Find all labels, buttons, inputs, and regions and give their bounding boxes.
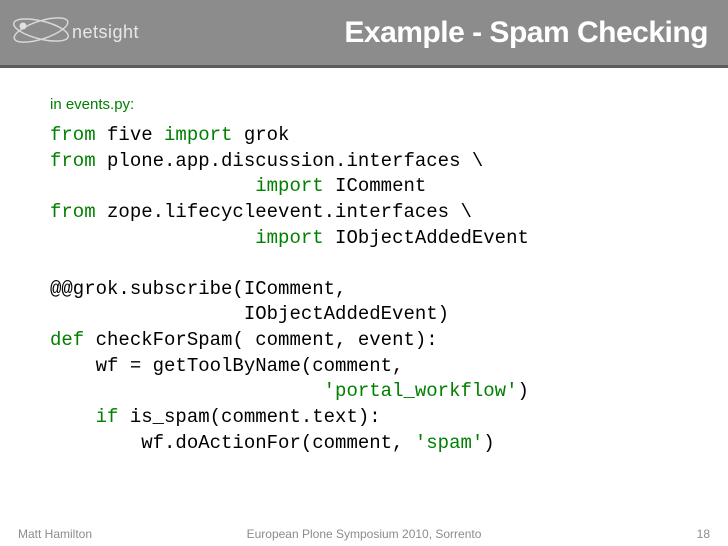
code-text: ) (483, 432, 494, 454)
code-text: checkForSpam( comment, event): (84, 329, 437, 351)
code-text: five (96, 124, 164, 146)
slide-footer: Matt Hamilton European Plone Symposium 2… (0, 522, 728, 546)
keyword-import: import (255, 227, 323, 249)
footer-page-number: 18 (697, 527, 710, 541)
keyword-from: from (50, 124, 96, 146)
code-indent (50, 175, 255, 197)
code-text: IObjectAddedEvent (324, 227, 529, 249)
keyword-import: import (255, 175, 323, 197)
keyword-import: import (164, 124, 232, 146)
code-text: IComment (324, 175, 427, 197)
code-text: plone.app.discussion.interfaces \ (96, 150, 484, 172)
code-text: IObjectAddedEvent) (50, 303, 449, 325)
keyword-from: from (50, 150, 96, 172)
code-indent (50, 380, 324, 402)
logo-text: netsight (72, 22, 139, 43)
keyword-def: def (50, 329, 84, 351)
footer-event: European Plone Symposium 2010, Sorrento (247, 527, 482, 541)
string-literal: 'spam' (415, 432, 483, 454)
code-text: grok (232, 124, 289, 146)
code-text: ) (518, 380, 529, 402)
string-literal: 'portal_workflow' (324, 380, 518, 402)
footer-author: Matt Hamilton (18, 527, 92, 541)
slide-header: netsight Example - Spam Checking (0, 0, 728, 68)
code-indent (50, 227, 255, 249)
code-text: wf.doActionFor(comment, (50, 432, 415, 454)
keyword-from: from (50, 201, 96, 223)
logo: netsight (10, 9, 139, 56)
code-indent (50, 406, 96, 428)
keyword-if: if (96, 406, 119, 428)
code-text: @@grok.subscribe(IComment, (50, 278, 346, 300)
code-text: wf = getToolByName(comment, (50, 355, 403, 377)
code-text: zope.lifecycleevent.interfaces \ (96, 201, 472, 223)
slide-content: in events.py: from five import grok from… (0, 68, 728, 456)
code-block: from five import grok from plone.app.dis… (50, 123, 678, 456)
code-text: is_spam(comment.text): (118, 406, 380, 428)
code-filename: in events.py: (50, 96, 678, 113)
slide-title: Example - Spam Checking (344, 16, 708, 50)
logo-swirl-icon (10, 9, 72, 56)
